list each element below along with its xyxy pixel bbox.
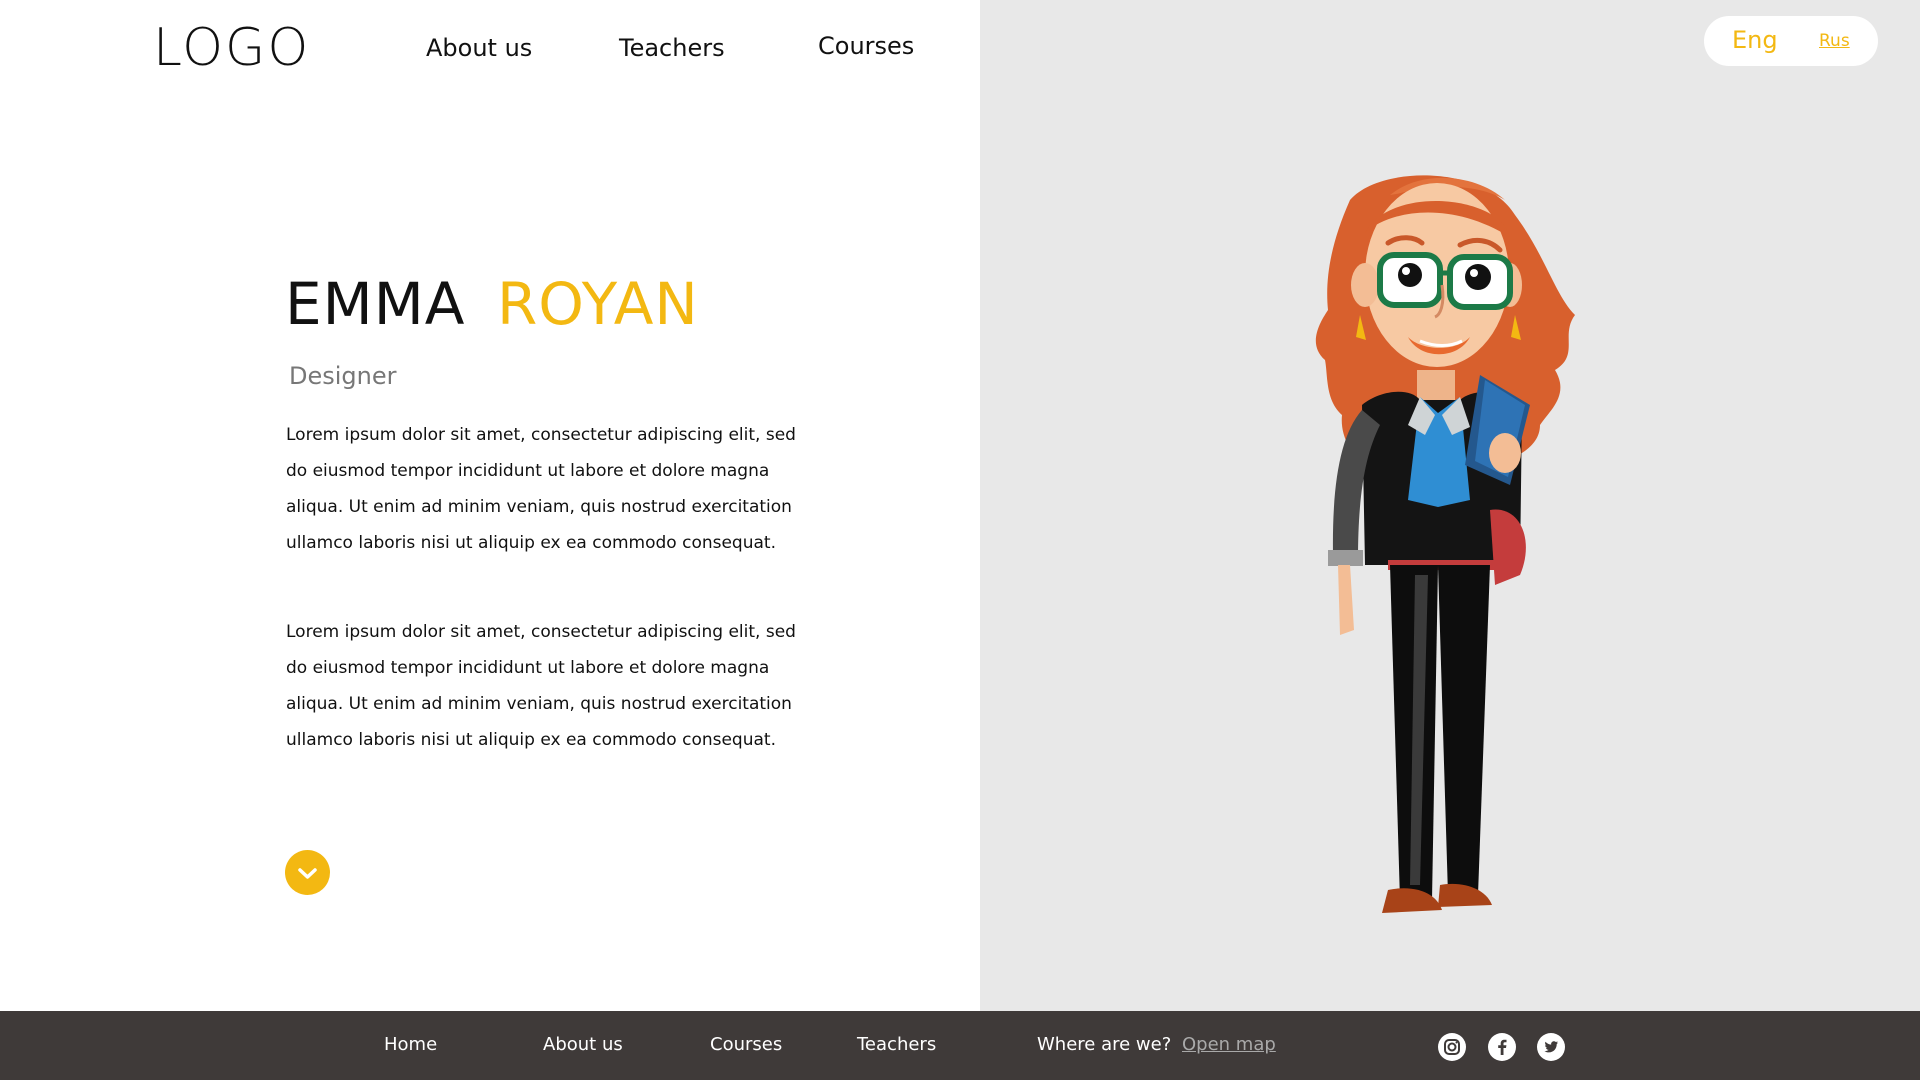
scroll-down-button[interactable] [285,850,330,895]
open-map-link[interactable]: Open map [1182,1034,1276,1055]
location-label: Where are we? [1037,1034,1172,1055]
footer-link-courses[interactable]: Courses [710,1034,782,1055]
instagram-icon[interactable] [1438,1033,1466,1061]
language-eng[interactable]: Eng [1732,26,1778,54]
teacher-illustration [1315,175,1575,913]
twitter-icon[interactable] [1537,1033,1565,1061]
bio-paragraph: Lorem ipsum dolor sit amet, consectetur … [286,425,796,553]
teacher-first-name: EMMA [285,270,466,338]
footer-link-about-us[interactable]: About us [543,1034,623,1055]
nav-teachers[interactable]: Teachers [619,34,725,62]
teacher-role: Designer [289,362,397,390]
logo[interactable]: LOGO [153,18,310,78]
bio-paragraph: Lorem ipsum dolor sit amet, consectetur … [286,622,796,750]
teacher-last-name: ROYAN [497,270,699,338]
nav-courses[interactable]: Courses [818,32,914,60]
language-switcher: Eng Rus [1704,16,1878,66]
facebook-icon[interactable] [1488,1033,1516,1061]
footer: Home About us Courses Teachers Where are… [0,1011,1920,1080]
nav-about-us[interactable]: About us [426,34,532,62]
language-rus[interactable]: Rus [1819,31,1850,51]
chevron-down-icon [298,868,317,879]
footer-link-teachers[interactable]: Teachers [857,1034,936,1055]
footer-link-home[interactable]: Home [384,1034,437,1055]
